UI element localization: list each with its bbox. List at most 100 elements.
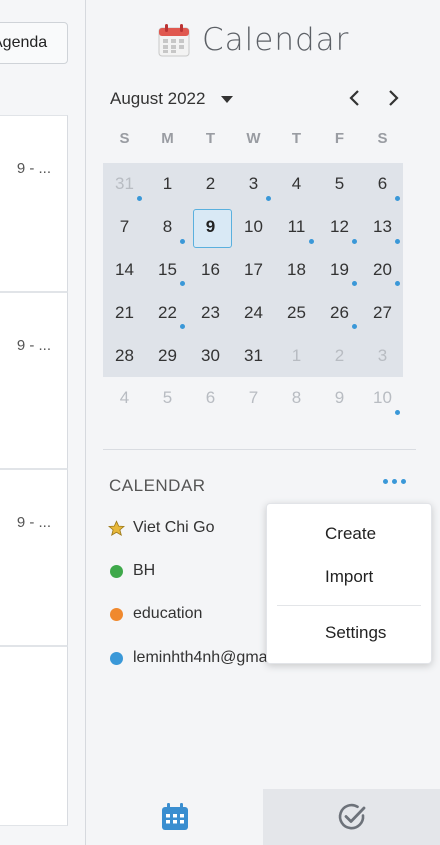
chevron-right-icon[interactable] <box>386 86 402 110</box>
day-cell[interactable]: 17 <box>232 249 275 292</box>
day-cell[interactable]: 30 <box>189 334 232 377</box>
weekday-label: T <box>205 130 216 147</box>
color-dot <box>110 607 123 621</box>
event-card[interactable]: 9 - ... <box>0 469 68 646</box>
day-cell[interactable]: 19 <box>318 249 361 292</box>
weekday-label: F <box>334 130 345 147</box>
calendar-item[interactable]: Viet Chi Go <box>108 516 215 540</box>
context-menu: Create Import Settings <box>266 503 432 664</box>
day-cell[interactable]: 10 <box>232 206 275 249</box>
day-number: 18 <box>287 259 306 279</box>
event-dot <box>395 195 400 201</box>
tab-calendar[interactable] <box>86 789 263 845</box>
day-cell[interactable]: 10 <box>361 377 404 420</box>
day-cell[interactable]: 4 <box>275 163 318 206</box>
day-cell[interactable]: 25 <box>275 291 318 334</box>
calendar-item[interactable]: BH <box>110 559 155 583</box>
day-cell[interactable]: 2 <box>189 163 232 206</box>
day-cell[interactable]: 3 <box>361 334 404 377</box>
settings-menu-item[interactable]: Settings <box>267 615 431 651</box>
tab-tasks[interactable] <box>263 789 440 845</box>
import-menu-item[interactable]: Import <box>267 559 431 595</box>
day-cell[interactable]: 28 <box>103 334 146 377</box>
day-cell[interactable]: 3 <box>232 163 275 206</box>
day-number: 17 <box>244 259 263 279</box>
day-number: 13 <box>373 217 392 237</box>
day-cell[interactable]: 27 <box>361 291 404 334</box>
day-cell[interactable]: 31 <box>232 334 275 377</box>
mini-month-grid: 31 1 2 3 4 5 6 7 8 9 10 11 12 13 14 15 16 17 18 19 20 21 22 23 2… <box>103 163 404 420</box>
calendars-section-header: CALENDAR <box>109 476 409 498</box>
day-number: 8 <box>162 217 173 237</box>
day-cell[interactable]: 5 <box>146 377 189 420</box>
day-cell[interactable]: 8 <box>146 206 189 249</box>
day-cell[interactable]: 31 <box>103 163 146 206</box>
day-number: 10 <box>373 388 392 408</box>
day-cell[interactable]: 12 <box>318 206 361 249</box>
event-dot <box>352 281 357 287</box>
event-dot <box>137 195 142 201</box>
day-number: 4 <box>291 174 302 194</box>
day-cell[interactable]: 6 <box>361 163 404 206</box>
day-number: 5 <box>162 388 173 408</box>
day-cell[interactable]: 8 <box>275 377 318 420</box>
day-cell[interactable]: 16 <box>189 249 232 292</box>
day-cell[interactable]: 5 <box>318 163 361 206</box>
day-cell[interactable]: 7 <box>232 377 275 420</box>
event-time: 9 - ... <box>16 514 51 531</box>
event-card[interactable]: 9 - ... <box>0 115 68 292</box>
day-cell[interactable]: 20 <box>361 249 404 292</box>
day-cell[interactable]: 1 <box>146 163 189 206</box>
star-icon <box>108 519 125 536</box>
calendar-name: BH <box>133 562 156 579</box>
day-cell[interactable]: 11 <box>275 206 318 249</box>
day-cell[interactable]: 13 <box>361 206 404 249</box>
day-cell[interactable]: 15 <box>146 249 189 292</box>
day-cell[interactable]: 9 <box>318 377 361 420</box>
day-number: 10 <box>244 217 263 237</box>
day-number: 2 <box>334 345 345 365</box>
day-number: 9 <box>334 388 345 408</box>
color-dot <box>110 651 123 665</box>
day-cell[interactable]: 29 <box>146 334 189 377</box>
day-cell[interactable]: 1 <box>275 334 318 377</box>
day-number: 24 <box>244 302 263 322</box>
calendar-name: education <box>133 605 203 622</box>
day-number: 1 <box>162 174 173 194</box>
day-cell[interactable]: 18 <box>275 249 318 292</box>
day-cell[interactable]: 2 <box>318 334 361 377</box>
agenda-button[interactable]: Agenda <box>0 22 68 64</box>
menu-divider <box>277 605 421 606</box>
day-cell[interactable]: 14 <box>103 249 146 292</box>
chevron-left-icon[interactable] <box>346 86 362 110</box>
day-number: 30 <box>201 345 220 365</box>
day-cell[interactable]: 6 <box>189 377 232 420</box>
calendar-item[interactable]: education <box>110 602 202 626</box>
agenda-pane: Agenda 9 - ... 9 - ... 9 - ... <box>0 0 86 845</box>
event-dot <box>395 409 400 415</box>
event-dot <box>352 324 357 330</box>
more-horizontal-icon[interactable] <box>383 479 406 484</box>
day-cell[interactable]: 24 <box>232 291 275 334</box>
day-cell[interactable]: 7 <box>103 206 146 249</box>
day-cell[interactable]: 4 <box>103 377 146 420</box>
day-cell[interactable]: 23 <box>189 291 232 334</box>
day-cell[interactable]: 22 <box>146 291 189 334</box>
weekday-label: S <box>119 130 130 147</box>
event-card[interactable]: 9 - ... <box>0 292 68 469</box>
caret-down-icon[interactable] <box>221 95 234 103</box>
day-number: 27 <box>373 302 392 322</box>
panel-header: Calendar <box>158 18 349 62</box>
month-navigation: August 2022 <box>110 86 399 112</box>
day-cell[interactable]: 26 <box>318 291 361 334</box>
day-cell[interactable]: 21 <box>103 291 146 334</box>
event-card[interactable] <box>0 646 68 826</box>
day-cell-today[interactable]: 9 <box>189 206 232 249</box>
day-number: 2 <box>205 174 216 194</box>
month-label[interactable]: August 2022 <box>110 89 205 109</box>
create-menu-item[interactable]: Create <box>267 516 431 552</box>
day-number: 6 <box>205 388 216 408</box>
weekday-label: T <box>291 130 302 147</box>
day-number: 31 <box>244 345 263 365</box>
divider <box>103 449 416 450</box>
